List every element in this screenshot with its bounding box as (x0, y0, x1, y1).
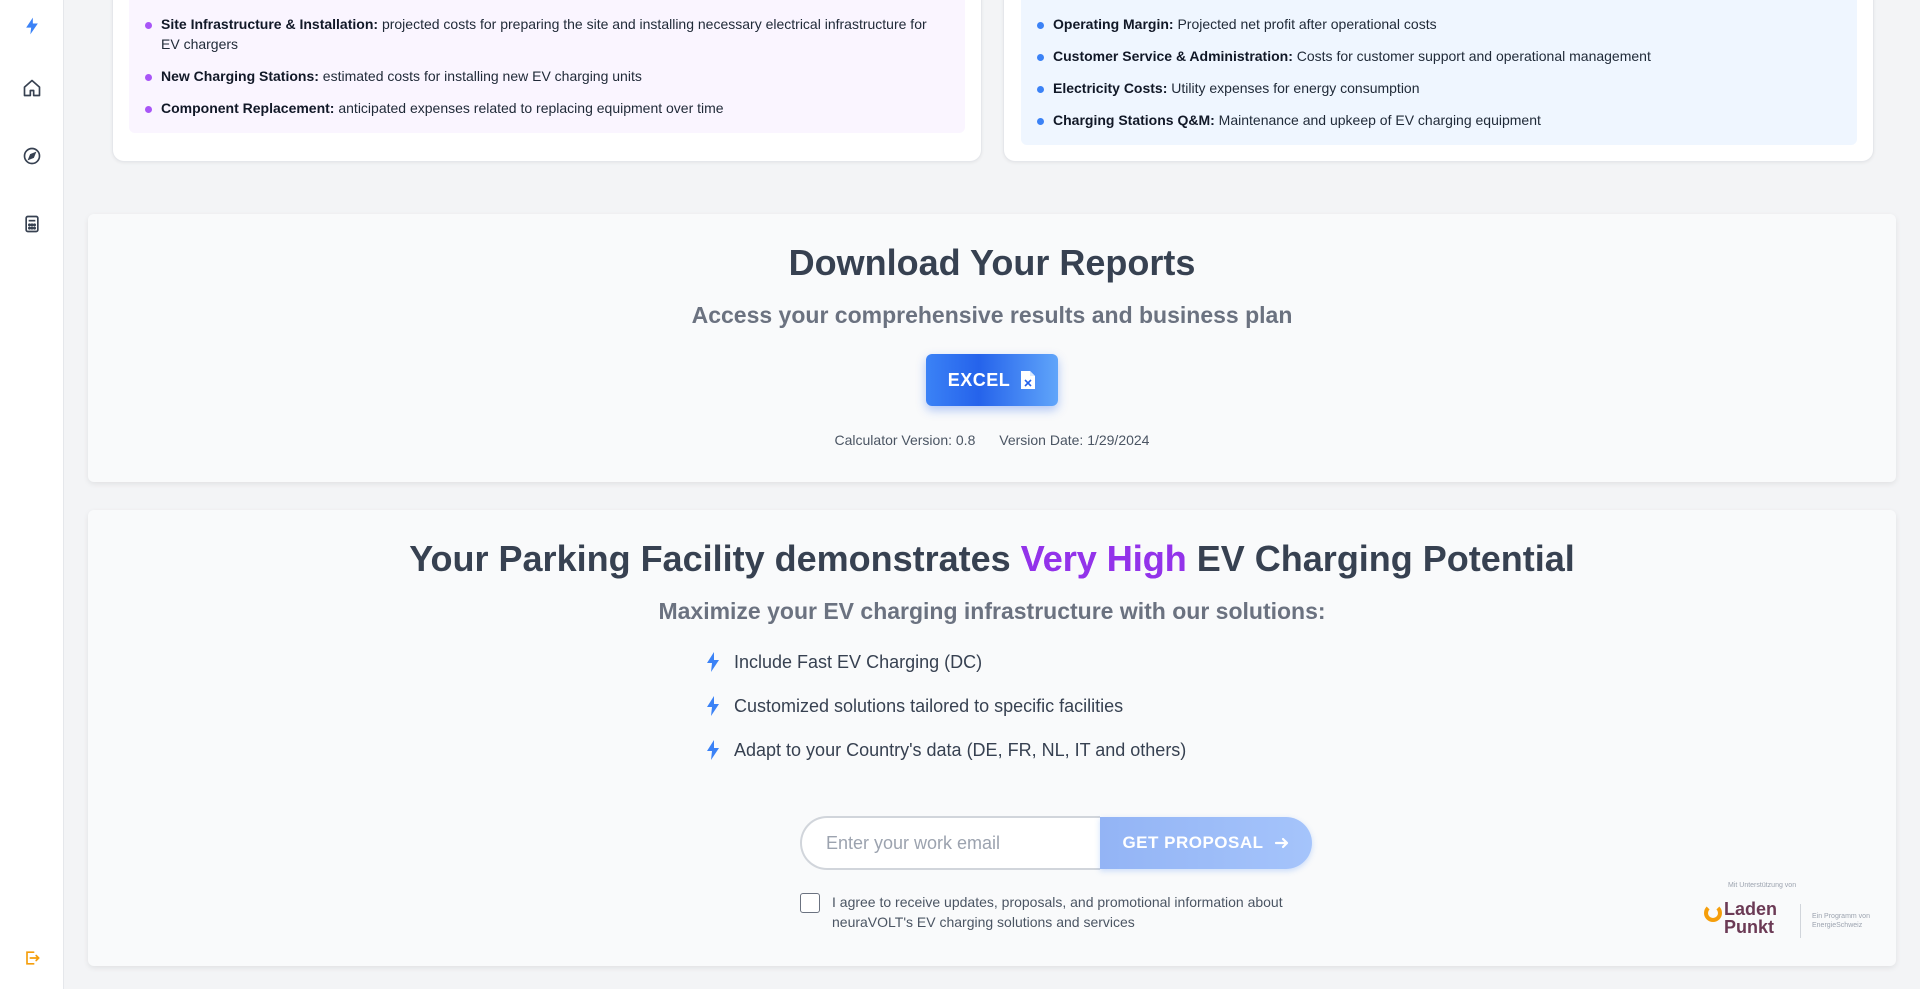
item-text: Costs for customer support and operation… (1296, 48, 1651, 64)
logout-icon[interactable] (20, 946, 44, 970)
operations-panel: Operating Margin: Projected net profit a… (1021, 0, 1857, 145)
logo-ring-icon (1704, 904, 1722, 922)
costs-list: Site Infrastructure & Installation: proj… (145, 14, 945, 130)
reports-title: Download Your Reports (788, 242, 1196, 283)
excel-download-button[interactable]: EXCEL (926, 354, 1058, 406)
item-text: Utility expenses for energy consumption (1171, 80, 1420, 96)
email-input[interactable] (800, 816, 1100, 870)
version-date: Version Date: 1/29/2024 (999, 432, 1150, 448)
bullet-dot (1037, 118, 1044, 125)
costs-card: Site Infrastructure & Installation: proj… (112, 0, 982, 162)
item-title: Site Infrastructure & Installation: (161, 16, 379, 32)
bullet-dot (1037, 22, 1044, 29)
consent-label: I agree to receive updates, proposals, a… (832, 894, 1283, 930)
item-text: estimated costs for installing new EV ch… (322, 68, 642, 84)
ladenpunkt-logo: Mit Unterstützung von Laden Punkt Ein Pr… (1704, 882, 1884, 950)
potential-title: Your Parking Facility demonstrates Very … (88, 538, 1896, 580)
calculator-version: Calculator Version: 0.8 (834, 432, 976, 448)
feature-text: Adapt to your Country's data (DE, FR, NL… (734, 739, 1187, 760)
bullet-dot (145, 22, 152, 29)
costs-panel: Site Infrastructure & Installation: proj… (129, 0, 965, 133)
bolt-icon (707, 652, 719, 672)
potential-level: Very High (1020, 538, 1187, 579)
list-item: Component Replacement: anticipated expen… (145, 98, 945, 118)
bullet-dot (1037, 54, 1044, 61)
excel-label: EXCEL (947, 369, 1011, 390)
logo-program: Ein Programm von EnergieSchweiz (1812, 913, 1870, 929)
list-item: New Charging Stations: estimated costs f… (145, 66, 945, 86)
logo-divider (1800, 904, 1801, 938)
consent-checkbox[interactable] (800, 893, 820, 913)
logo-name-line1: Laden (1724, 899, 1778, 919)
potential-section: Your Parking Facility demonstrates Very … (88, 510, 1896, 966)
feature-list: Include Fast EV Charging (DC) Customized… (704, 650, 1186, 782)
bolt-icon[interactable] (20, 14, 44, 38)
get-proposal-button[interactable]: GET PROPOSAL (1100, 817, 1312, 869)
item-title: New Charging Stations: (161, 68, 319, 84)
main-content: Site Infrastructure & Installation: proj… (64, 0, 1920, 989)
reports-subtitle: Access your comprehensive results and bu… (691, 302, 1293, 328)
list-item: Electricity Costs: Utility expenses for … (1037, 78, 1837, 98)
bullet-dot (1037, 86, 1044, 93)
list-item: Site Infrastructure & Installation: proj… (145, 14, 945, 54)
item-title: Component Replacement: (161, 100, 335, 116)
bolt-icon (707, 740, 719, 760)
bullet-dot (145, 74, 152, 81)
item-title: Operating Margin: (1053, 16, 1174, 32)
sidebar (0, 0, 64, 989)
reports-section: Download Your Reports Access your compre… (88, 214, 1896, 482)
list-item: Customer Service & Administration: Costs… (1037, 46, 1837, 66)
item-title: Charging Stations Q&M: (1053, 112, 1215, 128)
feature-text: Include Fast EV Charging (DC) (734, 651, 983, 672)
bolt-icon (707, 696, 719, 716)
compass-icon[interactable] (20, 144, 44, 168)
item-text: Projected net profit after operational c… (1177, 16, 1437, 32)
potential-subtitle: Maximize your EV charging infrastructure… (658, 598, 1326, 624)
item-title: Electricity Costs: (1053, 80, 1168, 96)
list-item: Adapt to your Country's data (DE, FR, NL… (704, 738, 1186, 762)
feature-text: Customized solutions tailored to specifi… (734, 695, 1124, 716)
arrow-right-icon (1274, 837, 1288, 849)
version-info: Calculator Version: 0.8 Version Date: 1/… (88, 432, 1896, 448)
title-suffix: EV Charging Potential (1186, 538, 1575, 579)
proposal-form: GET PROPOSAL (800, 816, 1312, 870)
consent-row: I agree to receive updates, proposals, a… (800, 892, 1320, 932)
proposal-label: GET PROPOSAL (1122, 833, 1264, 852)
excel-file-icon (1021, 371, 1036, 389)
list-item: Customized solutions tailored to specifi… (704, 694, 1186, 718)
item-text: anticipated expenses related to replacin… (338, 100, 724, 116)
operations-list: Operating Margin: Projected net profit a… (1037, 14, 1837, 142)
operations-card: Operating Margin: Projected net profit a… (1003, 0, 1874, 162)
item-title: Customer Service & Administration: (1053, 48, 1293, 64)
calculator-icon[interactable] (20, 212, 44, 236)
list-item: Include Fast EV Charging (DC) (704, 650, 1186, 674)
item-text: Maintenance and upkeep of EV charging eq… (1218, 112, 1541, 128)
list-item: Operating Margin: Projected net profit a… (1037, 14, 1837, 34)
home-icon[interactable] (20, 76, 44, 100)
logo-name: Laden Punkt (1724, 900, 1777, 936)
bullet-dot (145, 106, 152, 113)
title-prefix: Your Parking Facility demonstrates (409, 538, 1021, 579)
logo-name-line2: Punkt (1724, 917, 1775, 937)
logo-supported-by: Mit Unterstützung von (1728, 882, 1797, 889)
list-item: Charging Stations Q&M: Maintenance and u… (1037, 110, 1837, 130)
